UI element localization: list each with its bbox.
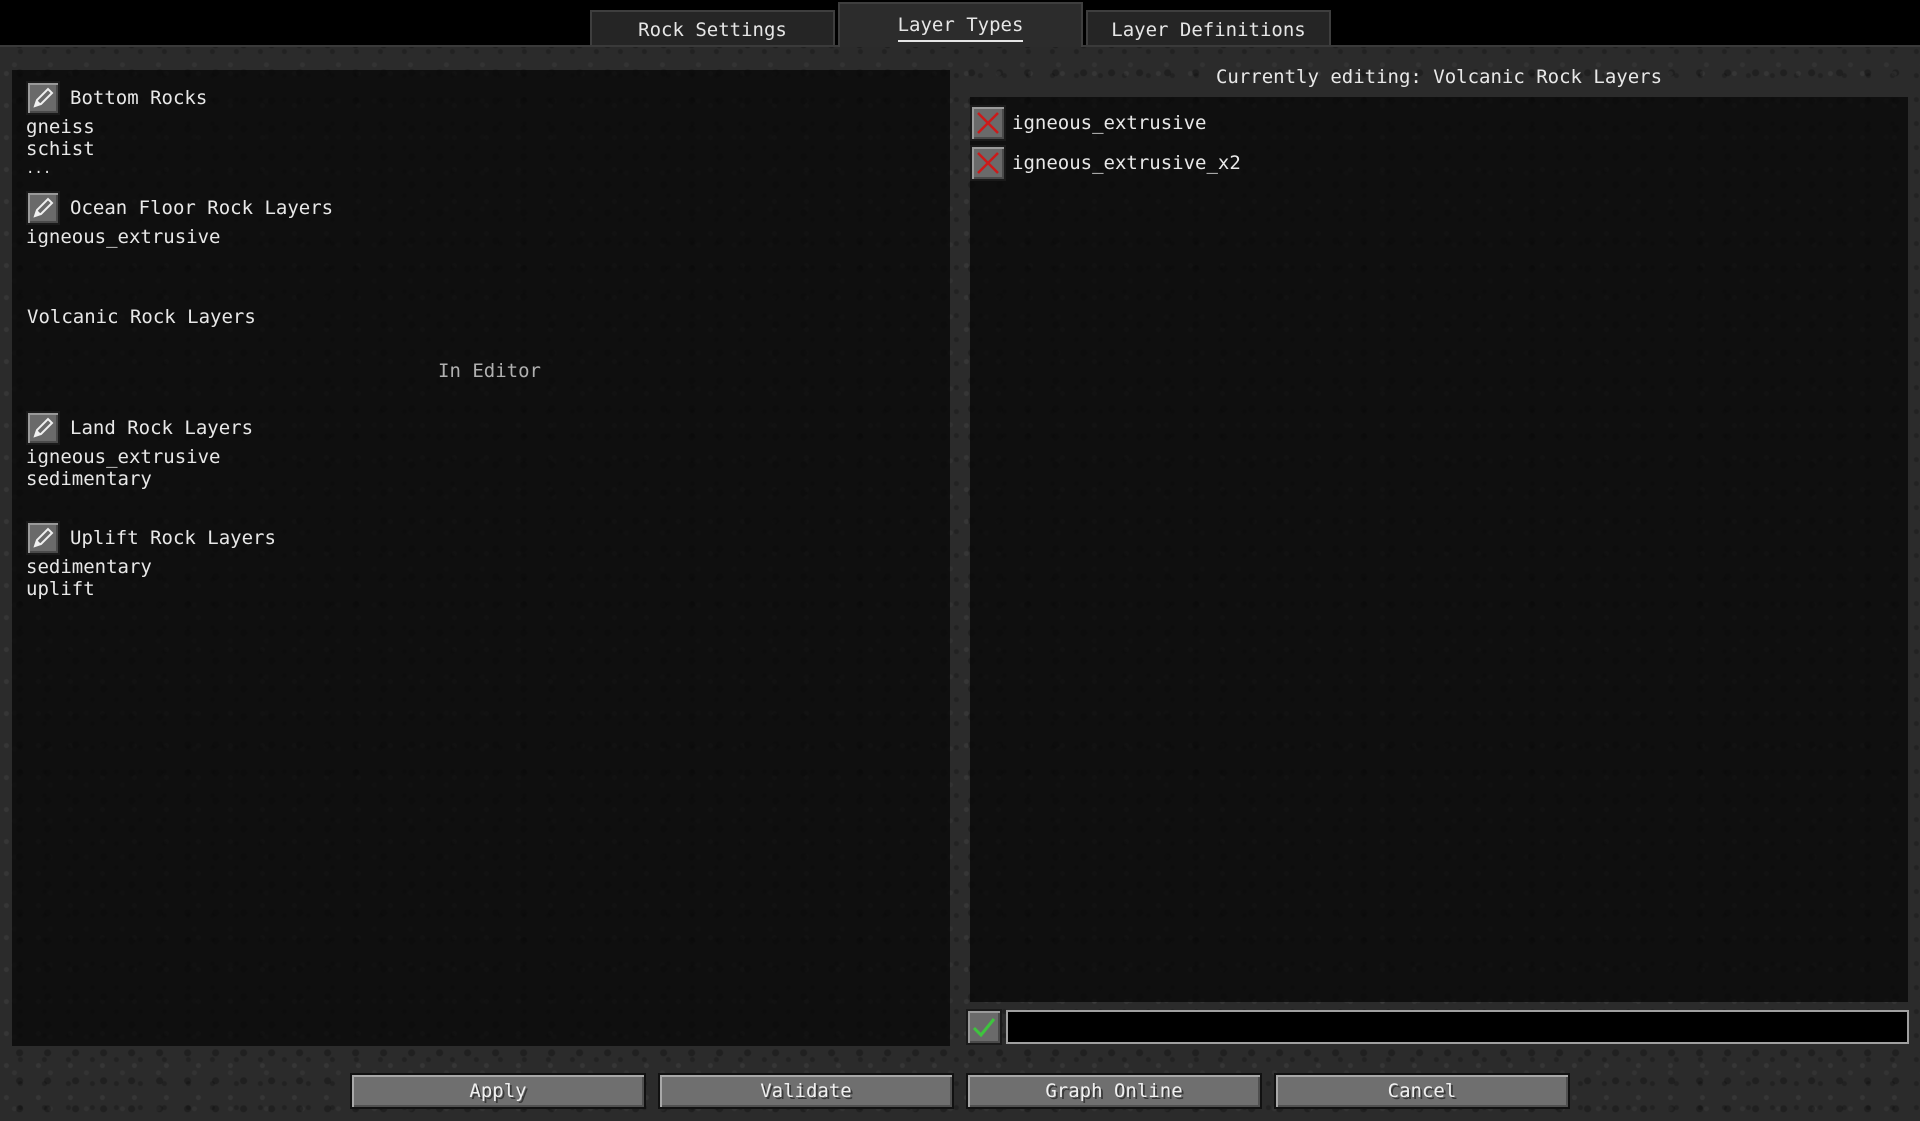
group-item: gneiss [26,116,95,138]
group-title: Uplift Rock Layers [70,527,276,549]
tab-layer-types[interactable]: Layer Types [838,2,1083,47]
group-item: igneous_extrusive [26,446,221,468]
tab-rock-settings[interactable]: Rock Settings [590,10,835,45]
layer-entry-label: igneous_extrusive_x2 [1012,152,1241,174]
group-title: Land Rock Layers [70,417,254,439]
group-item: sedimentary [26,468,152,490]
edit-uplift-button[interactable] [26,521,60,555]
volcanic-rock-layers-title: Volcanic Rock Layers [27,306,256,328]
validate-button[interactable]: Validate [658,1073,954,1109]
apply-button[interactable]: Apply [350,1073,646,1109]
remove-entry-button[interactable] [970,105,1006,141]
layer-entries-panel[interactable] [970,97,1908,1002]
group-item-ellipsis: ... [26,161,52,177]
layer-group-uplift: Uplift Rock Layers sedimentary uplift [26,520,276,600]
edit-bottom-rocks-button[interactable] [26,81,60,115]
tab-rock-settings-label: Rock Settings [638,19,787,41]
currently-editing-header: Currently editing: Volcanic Rock Layers [1215,66,1663,88]
layer-group-land: Land Rock Layers igneous_extrusive sedim… [26,410,253,490]
green-check-icon [972,1018,996,1038]
rock-layer-editor-screen: Rock Settings Layer Types Layer Definiti… [0,0,1920,1121]
layer-group-ocean-floor: Ocean Floor Rock Layers igneous_extrusiv… [26,190,333,248]
red-x-icon [977,112,999,134]
add-entry-button[interactable] [966,1009,1002,1045]
pencil-icon [33,527,54,548]
group-item: igneous_extrusive [26,226,221,248]
edit-ocean-floor-button[interactable] [26,191,60,225]
group-item: uplift [26,578,95,600]
group-title: Ocean Floor Rock Layers [70,197,334,219]
tab-layer-definitions[interactable]: Layer Definitions [1086,10,1331,45]
layer-entry-row: igneous_extrusive [970,104,1206,142]
tab-bar: Rock Settings Layer Types Layer Definiti… [0,0,1920,47]
new-entry-input[interactable] [1006,1010,1909,1044]
tab-layer-definitions-label: Layer Definitions [1111,19,1306,41]
tab-layer-types-label: Layer Types [897,4,1023,46]
layer-entry-label: igneous_extrusive [1012,112,1207,134]
group-title: Bottom Rocks [70,87,208,109]
group-item: schist [26,138,95,160]
cancel-button[interactable]: Cancel [1274,1073,1570,1109]
remove-entry-button[interactable] [970,145,1006,181]
edit-land-button[interactable] [26,411,60,445]
pencil-icon [33,87,54,108]
layer-group-bottom-rocks: Bottom Rocks gneiss schist ... [26,80,207,178]
layer-entry-row: igneous_extrusive_x2 [970,144,1241,182]
graph-online-button[interactable]: Graph Online [966,1073,1262,1109]
in-editor-label: In Editor [438,360,541,382]
group-item: sedimentary [26,556,152,578]
pencil-icon [33,417,54,438]
pencil-icon [33,197,54,218]
red-x-icon [977,152,999,174]
